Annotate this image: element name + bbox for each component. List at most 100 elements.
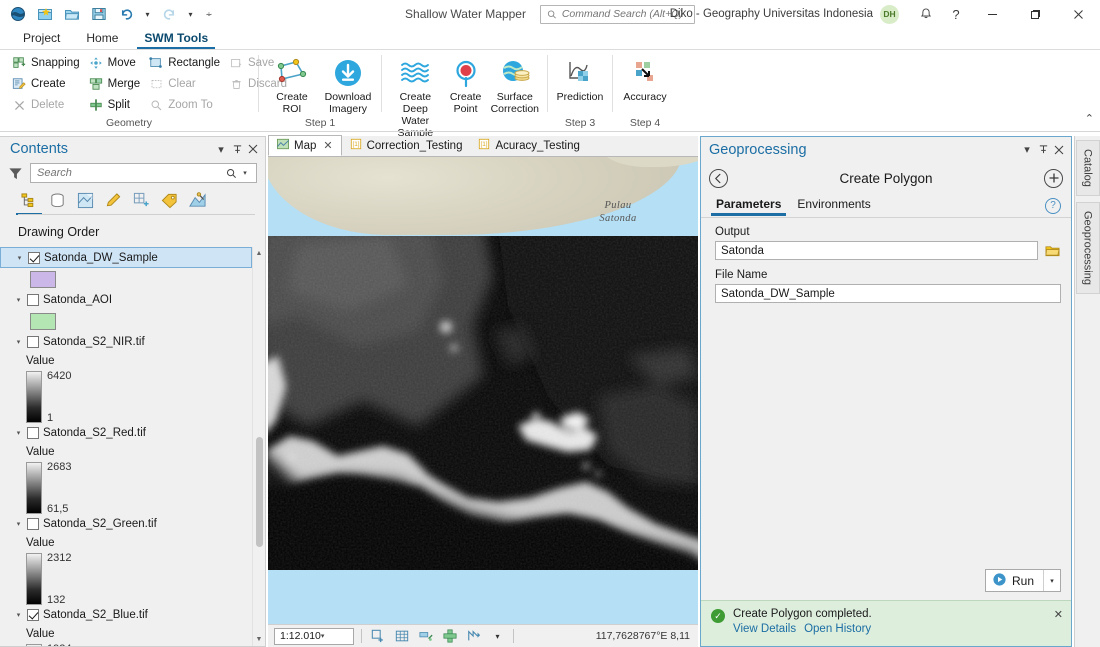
search-icon[interactable] — [224, 168, 238, 179]
filter-icon[interactable] — [6, 164, 24, 182]
undo-dropdown-caret-icon[interactable]: ▾ — [141, 3, 154, 25]
layer-visibility-checkbox[interactable] — [27, 294, 39, 306]
geoprocessing-pin-icon[interactable] — [1035, 141, 1051, 159]
help-icon[interactable]: ? — [941, 0, 971, 28]
tab-map[interactable]: Map ✕ — [268, 135, 342, 156]
layer-visibility-checkbox[interactable] — [27, 336, 39, 348]
more-caret-icon[interactable]: ▾ — [489, 627, 506, 645]
surface-correction-button[interactable]: Surface Correction — [490, 53, 540, 115]
tab-environments[interactable]: Environments — [792, 197, 875, 215]
contents-pin-icon[interactable] — [229, 140, 245, 158]
add-tool-button[interactable] — [1044, 168, 1063, 188]
map-canvas[interactable]: Pulau Satonda — [268, 157, 698, 624]
scrollbar-thumb[interactable] — [256, 437, 263, 547]
back-button[interactable] — [709, 168, 728, 188]
expand-arrow-icon[interactable]: ▾ — [14, 611, 23, 620]
dock-tab-geoprocessing[interactable]: Geoprocessing — [1075, 201, 1100, 294]
window-maximize-button[interactable] — [1014, 0, 1057, 28]
create-deep-water-sample-button[interactable]: Create Deep Water Sample — [389, 53, 442, 139]
open-history-link[interactable]: Open History — [804, 623, 871, 635]
tab-correction-testing[interactable]: [1] Correction_Testing — [342, 135, 471, 156]
customize-icon[interactable]: ∻ — [200, 3, 218, 25]
view-details-link[interactable]: View Details — [733, 623, 796, 635]
ribbon-collapse-button[interactable]: ⌃ — [1085, 112, 1094, 125]
list-by-charts-icon[interactable] — [186, 189, 208, 211]
help-icon[interactable]: ? — [1045, 197, 1061, 214]
layer-item-satonda-dw-sample[interactable]: ▾ Satonda_DW_Sample — [0, 247, 252, 268]
accuracy-button[interactable]: Accuracy — [620, 53, 670, 103]
redo-icon[interactable] — [157, 3, 181, 25]
redo-dropdown-caret-icon[interactable]: ▾ — [184, 3, 197, 25]
layer-visibility-checkbox[interactable] — [27, 609, 39, 621]
file-name-input[interactable]: Satonda_DW_Sample — [715, 284, 1061, 303]
expand-arrow-icon[interactable]: ▾ — [14, 296, 23, 305]
avatar[interactable]: DH — [880, 4, 899, 24]
list-by-selection-icon[interactable] — [74, 189, 96, 211]
new-project-icon[interactable] — [33, 3, 57, 25]
run-button[interactable]: Run — [986, 570, 1043, 591]
rectangle-button[interactable]: Rectangle — [144, 53, 224, 73]
selection-icon[interactable] — [369, 627, 386, 645]
layer-item-satonda-aoi[interactable]: ▾ Satonda_AOI — [0, 290, 252, 310]
window-close-button[interactable] — [1057, 0, 1100, 28]
undo-icon[interactable] — [114, 3, 138, 25]
window-minimize-button[interactable] — [971, 0, 1014, 28]
message-close-icon[interactable]: ✕ — [1052, 608, 1065, 621]
scale-dropdown-caret-icon[interactable]: ▾ — [321, 632, 351, 640]
globe-icon[interactable] — [6, 3, 30, 25]
layer-visibility-checkbox[interactable] — [27, 427, 39, 439]
notifications-bell-icon[interactable] — [911, 0, 941, 28]
delete-geometry-button[interactable]: Delete — [7, 95, 84, 115]
layer-visibility-checkbox[interactable] — [27, 518, 39, 530]
layer-item-satonda-s2-nir[interactable]: ▾ Satonda_S2_NIR.tif — [0, 332, 252, 352]
expand-arrow-icon[interactable]: ▾ — [14, 429, 23, 438]
create-geometry-button[interactable]: Create — [7, 74, 84, 94]
tab-acuracy-testing[interactable]: [1] Acuracy_Testing — [470, 135, 587, 156]
polygon-swatch[interactable] — [30, 312, 56, 330]
geoprocessing-close-icon[interactable] — [1051, 141, 1067, 159]
contents-menu-caret-icon[interactable]: ▾ — [213, 140, 229, 158]
map-scale-selector[interactable]: 1:12.010 ▾ — [274, 627, 354, 645]
scroll-up-arrow-icon[interactable]: ▲ — [253, 247, 265, 260]
list-by-drawing-order-icon[interactable] — [16, 189, 42, 215]
snapping-button[interactable]: Snapping — [7, 53, 84, 73]
layer-visibility-checkbox[interactable] — [28, 251, 40, 264]
expand-arrow-icon[interactable]: ▾ — [14, 520, 23, 529]
contents-search-box[interactable]: ▾ — [30, 163, 257, 183]
scroll-down-arrow-icon[interactable]: ▼ — [253, 633, 265, 646]
expand-arrow-icon[interactable]: ▾ — [14, 338, 23, 347]
layer-item-satonda-s2-red[interactable]: ▾ Satonda_S2_Red.tif — [0, 423, 252, 443]
measure-icon[interactable] — [417, 627, 434, 645]
grid-icon[interactable] — [393, 627, 410, 645]
prediction-button[interactable]: Prediction — [555, 53, 605, 103]
search-options-caret-icon[interactable]: ▾ — [238, 169, 252, 177]
contents-close-icon[interactable] — [245, 140, 261, 158]
zoom-to-button[interactable]: Zoom To — [144, 95, 224, 115]
ribbon-tab-home[interactable]: Home — [73, 28, 131, 49]
list-by-data-source-icon[interactable] — [46, 189, 68, 211]
geoprocessing-menu-caret-icon[interactable]: ▾ — [1019, 141, 1035, 159]
split-button[interactable]: Split — [84, 95, 145, 115]
create-roi-button[interactable]: Create ROI — [266, 53, 318, 115]
save-project-icon[interactable] — [87, 3, 111, 25]
layer-item-satonda-s2-blue[interactable]: ▾ Satonda_S2_Blue.tif — [0, 605, 252, 625]
ribbon-tab-swm-tools[interactable]: SWM Tools — [131, 28, 221, 49]
create-point-button[interactable]: Create Point — [443, 53, 489, 115]
contents-search-input[interactable] — [37, 167, 224, 179]
layer-item-satonda-s2-green[interactable]: ▾ Satonda_S2_Green.tif — [0, 514, 252, 534]
ribbon-tab-project[interactable]: Project — [10, 28, 73, 49]
locate-icon[interactable] — [465, 627, 482, 645]
add-point-icon[interactable] — [441, 627, 458, 645]
expand-arrow-icon[interactable]: ▾ — [15, 253, 24, 262]
list-by-labeling-icon[interactable] — [158, 189, 180, 211]
map-tab-close-icon[interactable]: ✕ — [323, 139, 332, 152]
open-project-icon[interactable] — [60, 3, 84, 25]
output-input[interactable]: Satonda — [715, 241, 1038, 260]
list-by-snapping-icon[interactable] — [130, 189, 152, 211]
contents-scrollbar[interactable]: ▲ ▼ — [252, 247, 265, 646]
polygon-swatch[interactable] — [30, 270, 56, 288]
move-button[interactable]: Move — [84, 53, 145, 73]
list-by-editing-icon[interactable] — [102, 189, 124, 211]
run-dropdown-caret-icon[interactable]: ▾ — [1043, 570, 1060, 591]
merge-button[interactable]: Merge — [84, 74, 145, 94]
